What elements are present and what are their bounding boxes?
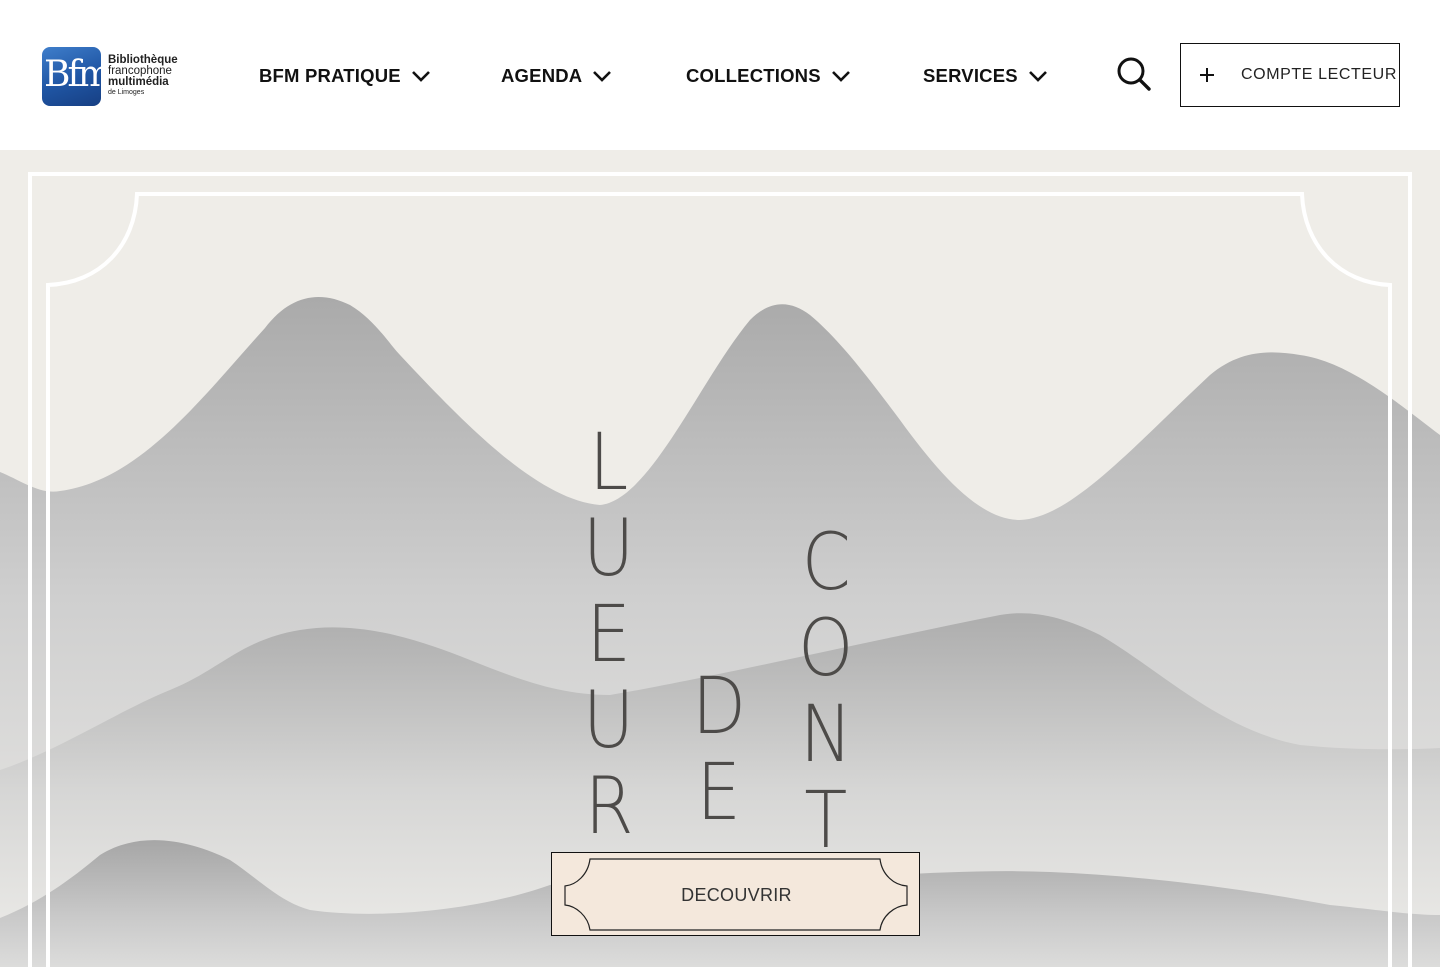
reader-account-label: COMPTE LECTEUR — [1241, 66, 1397, 83]
nav-item-collections[interactable]: COLLECTIONS — [686, 60, 851, 92]
discover-button[interactable]: DECOUVRIR — [551, 852, 920, 936]
reader-account-button[interactable]: COMPTE LECTEUR — [1180, 43, 1400, 107]
logo-line-3: multimédia — [108, 76, 169, 88]
logo-line-4: de Limoges — [108, 89, 145, 96]
plus-icon — [1200, 68, 1214, 82]
nav-item-services[interactable]: SERVICES — [923, 60, 1048, 92]
site-header: Bfm Bibliothèque francophone multimédia … — [0, 0, 1440, 150]
title-letter: E — [586, 590, 632, 680]
title-letter: U — [583, 504, 635, 594]
nav-item-agenda[interactable]: AGENDA — [501, 60, 612, 92]
nav-label: BFM PRATIQUE — [259, 65, 401, 86]
nav-item-bfm-pratique[interactable]: BFM PRATIQUE — [259, 60, 431, 92]
search-icon — [1117, 57, 1151, 91]
logo-mark-text: Bfm — [44, 53, 101, 95]
nav-label: SERVICES — [923, 65, 1018, 86]
title-letter: U — [583, 676, 635, 766]
title-word-lueur: L U E U R — [578, 420, 640, 850]
title-letter: L — [589, 418, 629, 508]
nav-label: AGENDA — [501, 65, 583, 86]
title-letter: E — [696, 748, 742, 838]
chevron-down-icon — [1028, 71, 1047, 82]
mountain-landscape-illustration — [0, 172, 1440, 967]
title-letter: O — [798, 604, 854, 694]
chevron-down-icon — [593, 71, 612, 82]
logo-wordmark: Bibliothèque francophone multimédia de L… — [108, 54, 178, 97]
chevron-down-icon — [831, 71, 850, 82]
bfm-logo-mark: Bfm — [42, 46, 101, 106]
hero-banner: L U E U R D E C O N T E DECOUVRIR — [0, 150, 1440, 967]
discover-button-label: DECOUVRIR — [681, 884, 792, 905]
title-letter: N — [799, 690, 853, 780]
logo-link[interactable]: Bfm Bibliothèque francophone multimédia … — [42, 46, 192, 106]
title-letter: R — [584, 762, 634, 852]
chevron-down-icon — [411, 71, 430, 82]
search-button[interactable] — [1114, 54, 1154, 94]
nav-label: COLLECTIONS — [686, 65, 821, 86]
title-letter: C — [801, 518, 851, 608]
title-word-de: D E — [688, 664, 750, 836]
title-letter: D — [691, 662, 747, 752]
